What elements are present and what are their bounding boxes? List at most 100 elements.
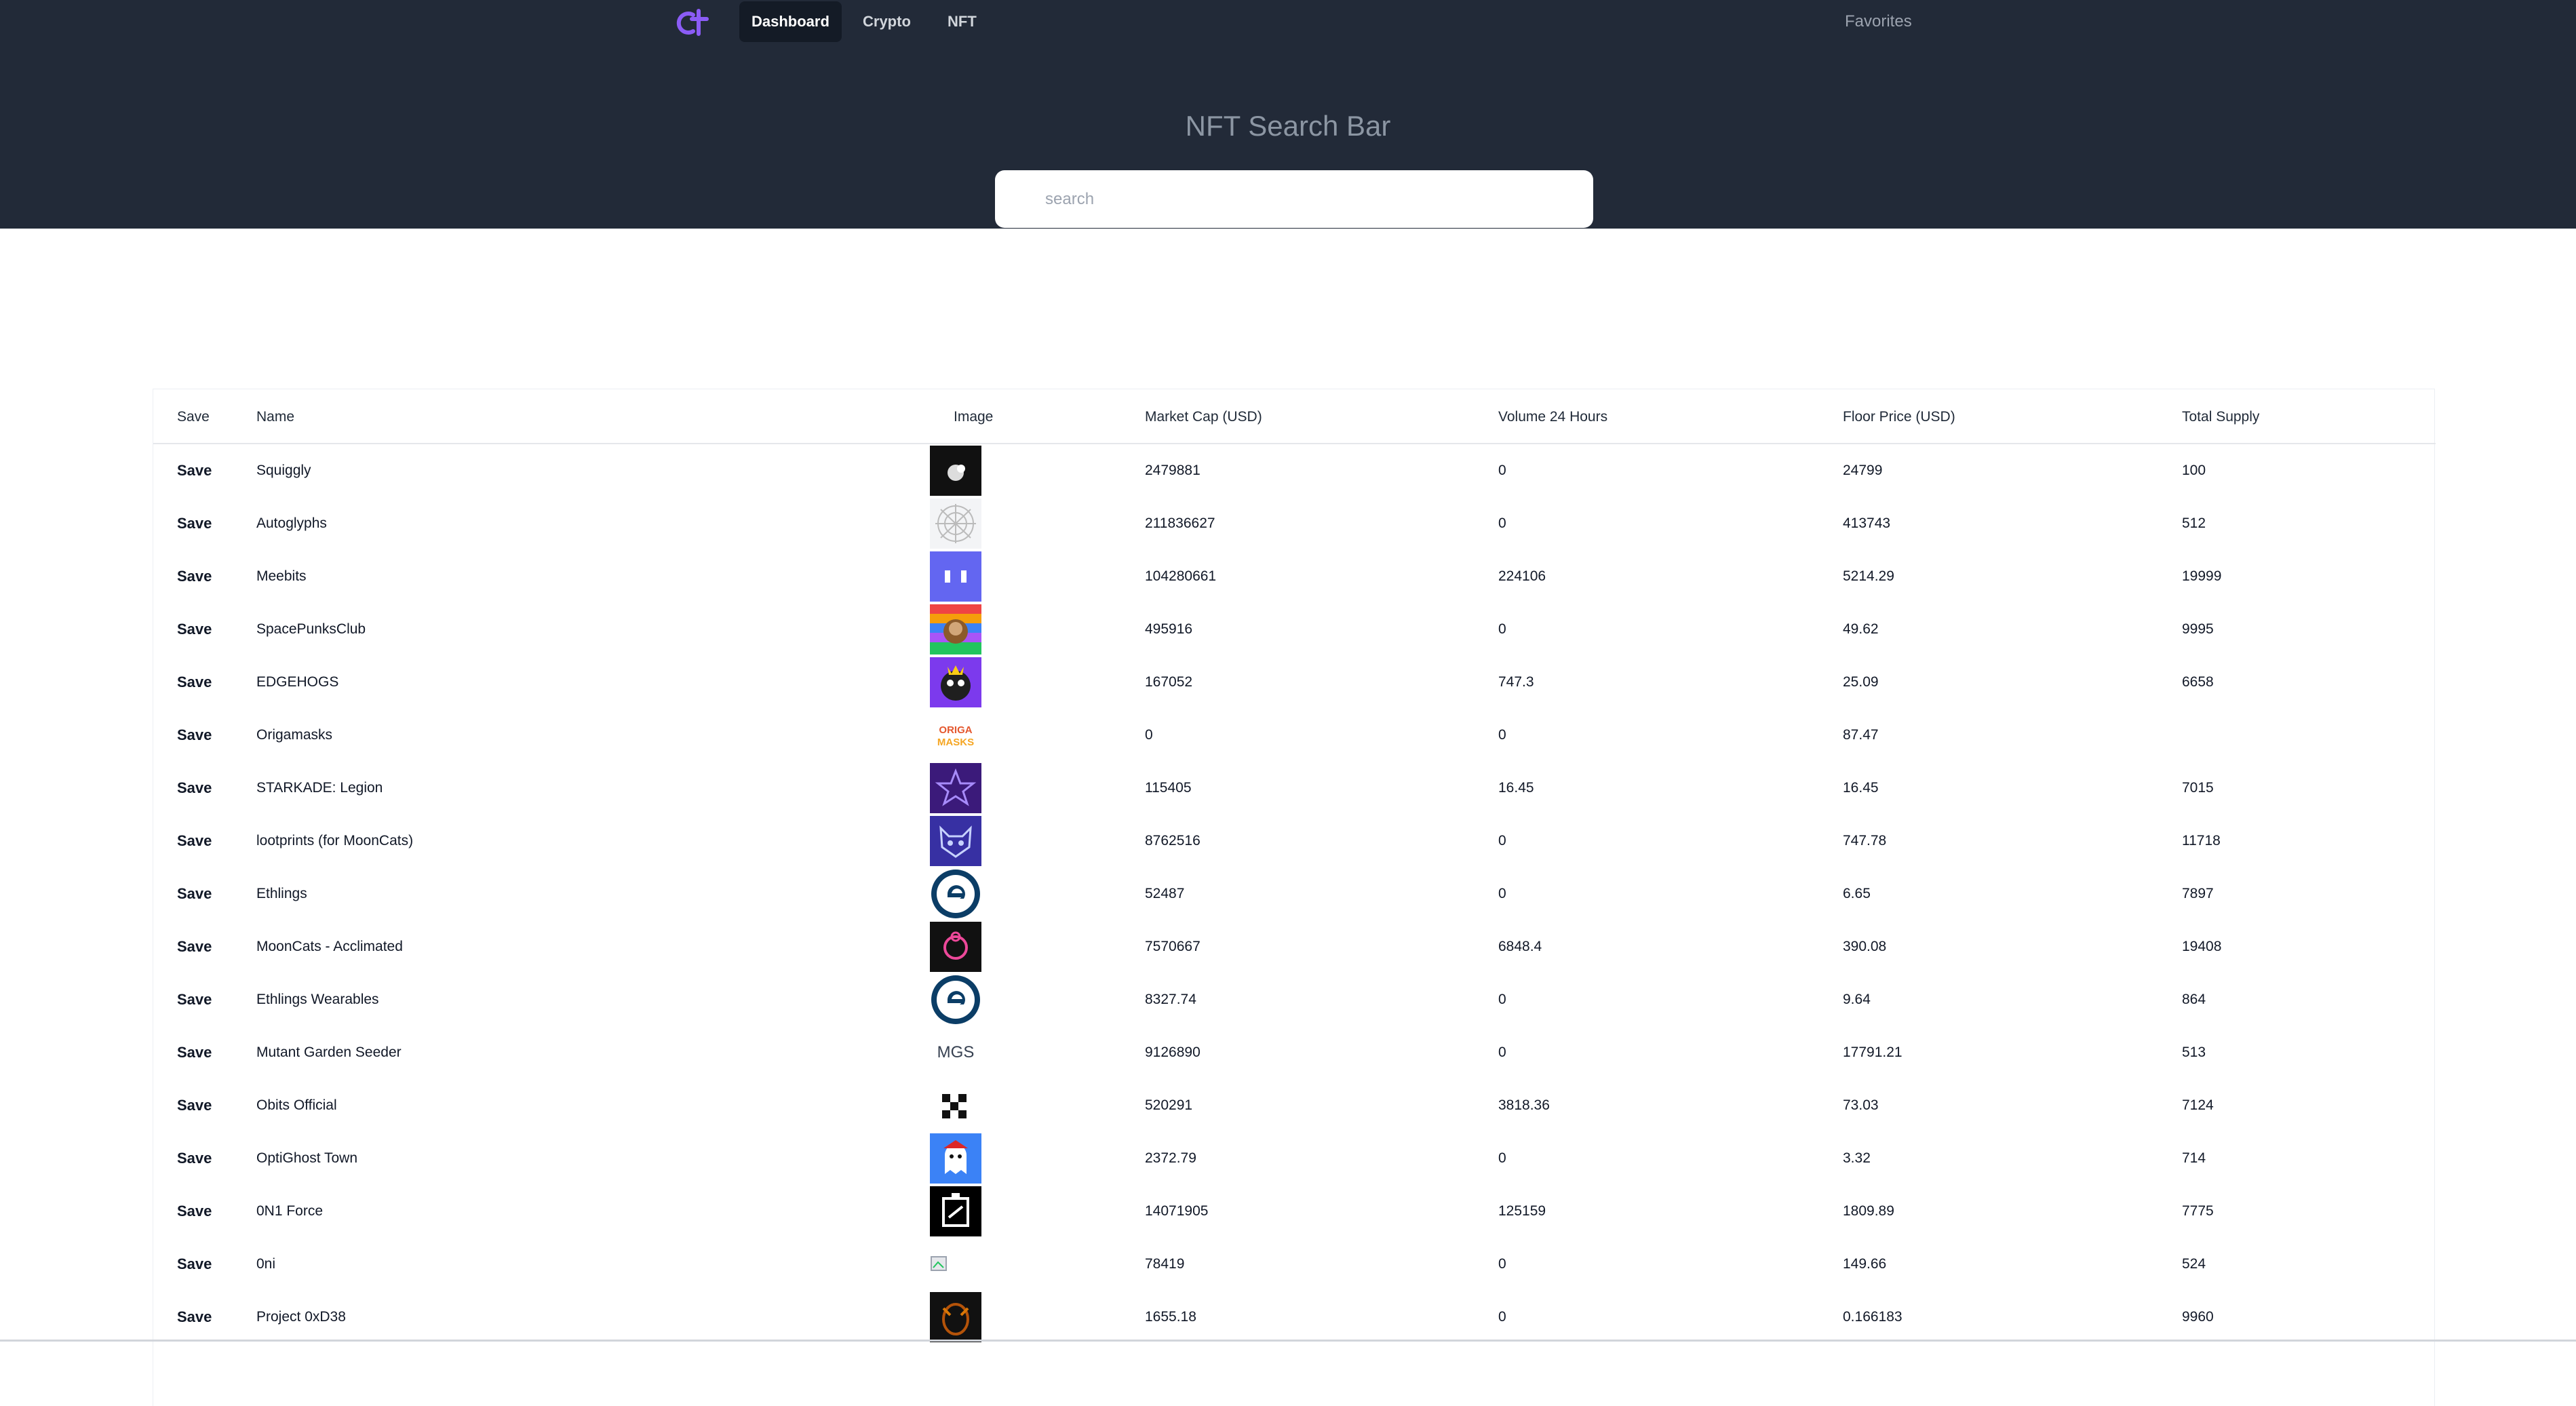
market-cap-value: 1655.18 xyxy=(1145,1309,1196,1325)
market-cap-value: 14071905 xyxy=(1145,1203,1209,1219)
save-button[interactable]: Save xyxy=(177,1238,212,1291)
table-row: Save Squiggly 2479881 0 24799 100 xyxy=(153,444,2436,497)
floor-price-value: 747.78 xyxy=(1843,833,1887,848)
table-row: Save OptiGhost Town 2372.79 0 3.32 714 xyxy=(153,1132,2436,1185)
search-box xyxy=(995,170,1593,228)
market-cap-value: 7570667 xyxy=(1145,939,1201,954)
volume-24h-value: 3818.36 xyxy=(1498,1097,1550,1113)
optighost-thumbnail xyxy=(930,1133,981,1184)
volume-24h-value: 0 xyxy=(1498,1150,1506,1166)
nft-name: SpacePunksClub xyxy=(256,621,366,637)
nav-tab-crypto[interactable]: Crypto xyxy=(851,1,923,42)
floor-price-value: 5214.29 xyxy=(1843,568,1894,584)
floor-price-value: 413743 xyxy=(1843,515,1891,531)
nft-name: EDGEHOGS xyxy=(256,674,339,690)
search-title: NFT Search Bar xyxy=(1185,110,1391,142)
save-button[interactable]: Save xyxy=(177,603,212,656)
save-button[interactable]: Save xyxy=(177,1291,212,1344)
save-button[interactable]: Save xyxy=(177,1026,212,1079)
floor-price-value: 16.45 xyxy=(1843,780,1879,796)
favorites-link[interactable]: Favorites xyxy=(1845,1,1912,42)
table-row: Save STARKADE: Legion 115405 16.45 16.45 7015 xyxy=(153,762,2436,815)
column-header-image: Image xyxy=(954,409,994,425)
floor-price-value: 73.03 xyxy=(1843,1097,1879,1113)
total-supply-value: 7897 xyxy=(2182,886,2214,901)
nft-name: MoonCats - Acclimated xyxy=(256,939,403,954)
origamasks-thumbnail: ORIGA MASKS xyxy=(930,710,981,760)
search-input[interactable] xyxy=(1045,184,1561,215)
save-button[interactable]: Save xyxy=(177,1185,212,1238)
total-supply-value: 7015 xyxy=(2182,780,2214,796)
volume-24h-value: 16.45 xyxy=(1498,780,1534,796)
edgehogs-thumbnail xyxy=(930,657,981,707)
save-button[interactable]: Save xyxy=(177,815,212,867)
top-header: Dashboard Crypto NFT Favorites NFT Searc… xyxy=(0,0,2576,229)
column-header-name: Name xyxy=(256,409,295,425)
0n1-force-thumbnail xyxy=(930,1186,981,1236)
total-supply-value: 6658 xyxy=(2182,674,2214,690)
market-cap-value: 9126890 xyxy=(1145,1044,1201,1060)
table-row: Save Obits Official 520291 3818.36 73.03 7124 xyxy=(153,1079,2436,1132)
nft-name: Obits Official xyxy=(256,1097,337,1113)
floor-price-value: 17791.21 xyxy=(1843,1044,1902,1060)
nft-name: Origamasks xyxy=(256,727,333,743)
total-supply-value: 7775 xyxy=(2182,1203,2214,1219)
squiggly-thumbnail xyxy=(930,446,981,496)
floor-price-value: 25.09 xyxy=(1843,674,1879,690)
total-supply-value: 714 xyxy=(2182,1150,2206,1166)
volume-24h-value: 224106 xyxy=(1498,568,1546,584)
table-row: Save Mutant Garden Seeder 9126890 0 17791.21… xyxy=(153,1026,2436,1079)
total-supply-value: 512 xyxy=(2182,515,2206,531)
total-supply-value: 864 xyxy=(2182,992,2206,1007)
lootprints-thumbnail xyxy=(930,816,981,866)
nft-name: Ethlings Wearables xyxy=(256,992,379,1007)
nav-tab-nft[interactable]: NFT xyxy=(935,1,989,42)
save-button[interactable]: Save xyxy=(177,444,212,497)
save-button[interactable]: Save xyxy=(177,973,212,1026)
market-cap-value: 8762516 xyxy=(1145,833,1201,848)
save-button[interactable]: Save xyxy=(177,550,212,603)
volume-24h-value: 0 xyxy=(1498,833,1506,848)
column-header-save: Save xyxy=(177,409,210,425)
floor-price-value: 149.66 xyxy=(1843,1256,1887,1272)
save-button[interactable]: Save xyxy=(177,920,212,973)
save-button[interactable]: Save xyxy=(177,497,212,550)
market-cap-value: 211836627 xyxy=(1145,515,1215,531)
volume-24h-value: 747.3 xyxy=(1498,674,1534,690)
save-button[interactable]: Save xyxy=(177,762,212,815)
nft-name: Project 0xD38 xyxy=(256,1309,346,1325)
market-cap-value: 495916 xyxy=(1145,621,1193,637)
floor-price-value: 9.64 xyxy=(1843,992,1871,1007)
save-button[interactable]: Save xyxy=(177,1079,212,1132)
volume-24h-value: 0 xyxy=(1498,1044,1506,1060)
nav-tab-dashboard[interactable]: Dashboard xyxy=(739,1,842,42)
broken-image-icon xyxy=(930,1239,981,1289)
market-cap-value: 115405 xyxy=(1145,780,1192,796)
nft-name: 0N1 Force xyxy=(256,1203,324,1219)
table-row: Save Ethlings 52487 0 6.65 7897 xyxy=(153,867,2436,920)
table-row: Save 0ni 78419 0 149.66 524 xyxy=(153,1238,2436,1291)
autoglyphs-thumbnail xyxy=(930,499,981,549)
save-button[interactable]: Save xyxy=(177,656,212,709)
save-button[interactable]: Save xyxy=(177,709,212,762)
floor-price-value: 0.166183 xyxy=(1843,1309,1902,1325)
market-cap-value: 52487 xyxy=(1145,886,1185,901)
floor-price-value: 87.47 xyxy=(1843,727,1879,743)
column-header-total-supply: Total Supply xyxy=(2182,409,2260,425)
market-cap-value: 8327.74 xyxy=(1145,992,1196,1007)
market-cap-value: 520291 xyxy=(1145,1097,1193,1113)
volume-24h-value: 0 xyxy=(1498,463,1506,478)
volume-24h-value: 0 xyxy=(1498,886,1506,901)
svg-text:MASKS: MASKS xyxy=(937,737,974,748)
nft-name: Squiggly xyxy=(256,463,311,478)
brand-logo-icon[interactable] xyxy=(673,7,711,39)
mooncats-thumbnail xyxy=(930,922,981,972)
total-supply-value: 524 xyxy=(2182,1256,2206,1272)
floor-price-value: 6.65 xyxy=(1843,886,1871,901)
save-button[interactable]: Save xyxy=(177,1132,212,1185)
volume-24h-value: 0 xyxy=(1498,992,1506,1007)
column-header-market-cap: Market Cap (USD) xyxy=(1145,409,1262,425)
save-button[interactable]: Save xyxy=(177,867,212,920)
volume-24h-value: 0 xyxy=(1498,1256,1506,1272)
market-cap-value: 78419 xyxy=(1145,1256,1185,1272)
